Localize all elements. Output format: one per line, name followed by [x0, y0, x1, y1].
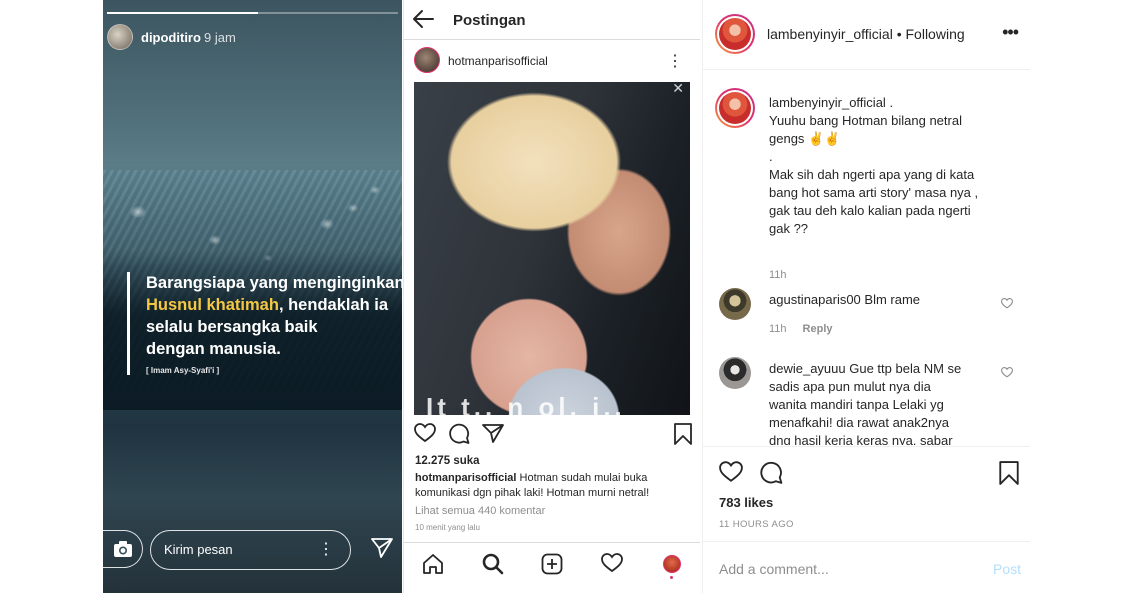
- header-username[interactable]: lambenyinyir_official: [767, 26, 893, 42]
- comment-icon[interactable]: [759, 461, 783, 484]
- more-vertical-icon[interactable]: ⋮: [318, 531, 334, 568]
- profile-avatar[interactable]: [663, 555, 681, 573]
- send-message-placeholder: Kirim pesan: [164, 542, 233, 557]
- post-comment-button[interactable]: Post: [993, 561, 1021, 577]
- caption-username[interactable]: hotmanparisofficial: [415, 472, 516, 484]
- quote-line-1: Barangsiapa yang menginginkan: [146, 274, 402, 292]
- comment-body: dewie_ayuuu Gue ttp bela NM se sadis apa…: [769, 361, 962, 445]
- reply-button[interactable]: Reply: [803, 323, 833, 335]
- header-user-line: lambenyinyir_official • Following: [767, 26, 965, 42]
- header-avatar[interactable]: [715, 14, 755, 54]
- comment-username[interactable]: agustinaparis00: [769, 292, 861, 307]
- photo-close-icon: ✕: [672, 82, 684, 96]
- camera-button[interactable]: [103, 530, 143, 568]
- story-avatar[interactable]: [107, 24, 133, 50]
- comment-meta: 11h Reply: [769, 323, 849, 335]
- story-username[interactable]: dipoditiro: [141, 30, 201, 45]
- post-time-ago: 10 menit yang lalu: [415, 523, 480, 532]
- more-options-icon[interactable]: •••: [1002, 22, 1019, 43]
- search-icon[interactable]: [482, 553, 504, 575]
- comments-list[interactable]: lambenyinyir_official . Yuuhu bang Hotma…: [703, 71, 1030, 445]
- story-panel: dipoditiro 9 jam Barangsiapa yang mengin…: [103, 0, 402, 593]
- comment-username[interactable]: dewie_ayuuu: [769, 361, 846, 376]
- send-message-input[interactable]: Kirim pesan ⋮: [150, 530, 351, 570]
- comment-body: agustinaparis00 Blm rame: [769, 292, 921, 307]
- following-button[interactable]: Following: [906, 26, 965, 42]
- commenter-avatar[interactable]: [719, 357, 751, 389]
- quote-line-2: Husnul khatimah, hendaklah ia: [146, 296, 389, 314]
- add-icon[interactable]: [541, 553, 563, 575]
- home-icon[interactable]: [422, 553, 444, 575]
- comment-like-icon[interactable]: [1001, 367, 1013, 378]
- page-title: Postingan: [453, 12, 526, 29]
- commenter-avatar[interactable]: [719, 288, 751, 320]
- direct-send-icon[interactable]: [370, 537, 394, 559]
- comment-time: 11h: [769, 323, 787, 335]
- likes-count[interactable]: 12.275 suka: [415, 455, 480, 467]
- camera-icon: [113, 541, 132, 557]
- post-caption: hotmanparisofficial Hotman sudah mulai b…: [415, 471, 695, 501]
- post-time-ago: 11 HOURS AGO: [719, 519, 794, 530]
- photo-embedded-caption: It t.. n ol. i..: [426, 392, 626, 415]
- post-actions: [414, 423, 694, 447]
- heart-icon[interactable]: [414, 423, 436, 443]
- post-user-header: hotmanparisofficial ⋮: [404, 40, 700, 82]
- bottom-nav: [404, 542, 700, 586]
- add-comment-input[interactable]: Add a comment...: [719, 561, 829, 577]
- comment-time: 11h: [769, 269, 787, 281]
- bookmark-icon[interactable]: [674, 423, 692, 445]
- notification-dot: [670, 576, 673, 579]
- desktop-post-panel: lambenyinyir_official • Following ••• la…: [702, 0, 1030, 593]
- post-avatar[interactable]: [414, 47, 440, 73]
- caption-comment-body: lambenyinyir_official . Yuuhu bang Hotma…: [769, 95, 979, 236]
- back-arrow-icon[interactable]: [412, 9, 434, 29]
- bookmark-icon[interactable]: [999, 461, 1019, 485]
- comment-username[interactable]: lambenyinyir_official: [769, 95, 886, 110]
- heart-icon[interactable]: [719, 461, 743, 483]
- photo-embedded-tag: intri_santoteru · 3j: [432, 82, 513, 93]
- quote-line-4: dengan manusia.: [146, 340, 281, 358]
- screenshot-collage: dipoditiro 9 jam Barangsiapa yang mengin…: [0, 0, 1127, 593]
- send-icon[interactable]: [482, 423, 504, 443]
- post-username[interactable]: hotmanparisofficial: [448, 54, 548, 68]
- post-photo[interactable]: intri_santoteru · 3j ✕ It t.. n ol. i..: [414, 82, 690, 415]
- more-icon[interactable]: ⋮: [667, 51, 683, 71]
- story-time: 9 jam: [204, 30, 236, 45]
- likes-count[interactable]: 783 likes: [719, 495, 773, 510]
- comment-icon[interactable]: [448, 423, 470, 444]
- mobile-post-panel: Postingan hotmanparisofficial ⋮ intri_sa…: [403, 0, 700, 593]
- caption-avatar[interactable]: [715, 88, 755, 128]
- activity-icon[interactable]: [601, 553, 623, 573]
- story-progress-bar: [107, 12, 398, 14]
- quote-source: [ Imam Asy-Syafi'i ]: [146, 366, 220, 375]
- comment-like-icon[interactable]: [1001, 298, 1013, 309]
- post-header: Postingan: [404, 0, 700, 40]
- view-all-comments-link[interactable]: Lihat semua 440 komentar: [415, 505, 545, 517]
- desktop-action-bar: 783 likes 11 HOURS AGO: [703, 446, 1030, 541]
- desktop-post-header: lambenyinyir_official • Following •••: [703, 0, 1030, 70]
- quote-line-3: selalu bersangka baik: [146, 318, 318, 336]
- comment-meta: 11h: [769, 269, 803, 281]
- add-comment-row: Add a comment... Post: [703, 541, 1030, 593]
- story-quote: Barangsiapa yang menginginkan Husnul kha…: [127, 272, 402, 375]
- quote-highlight: Husnul khatimah: [146, 296, 279, 314]
